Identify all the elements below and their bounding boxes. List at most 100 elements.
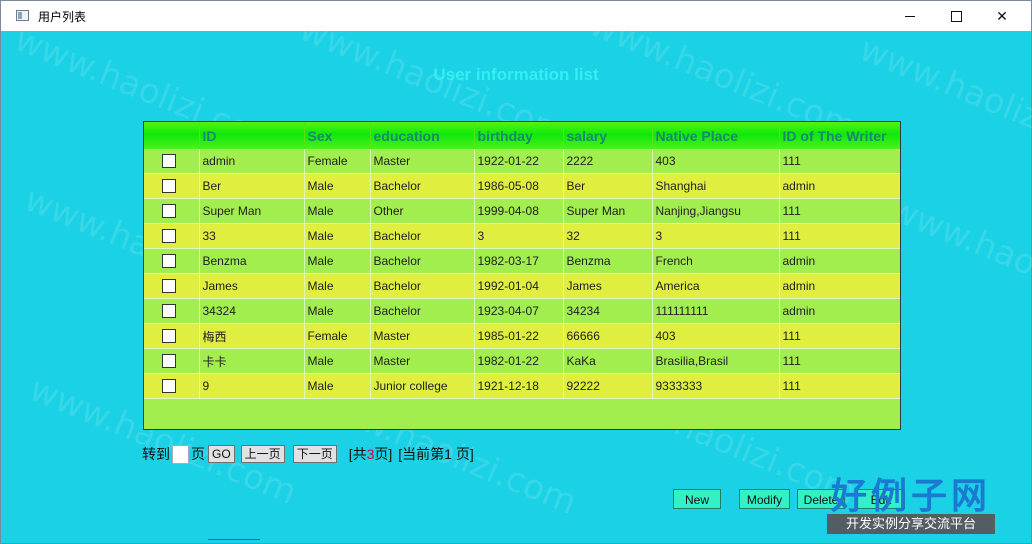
table-row[interactable]: Ber Male Bachelor 1986-05-08 Ber Shanghai admi… <box>144 173 900 199</box>
table-cell: Bachelor <box>370 223 475 249</box>
table-cell: admin <box>779 173 900 199</box>
current-prefix: [当前第 <box>398 446 445 462</box>
table-cell: 92222 <box>563 373 653 399</box>
page-label: 页 <box>191 446 205 462</box>
row-select-cell <box>144 173 200 199</box>
table-cell: 111 <box>779 373 900 399</box>
table-cell: 403 <box>652 149 780 174</box>
table-cell: Brasilia,Brasil <box>652 348 780 374</box>
table-cell: Bachelor <box>370 273 475 299</box>
table-cell: America <box>652 273 780 299</box>
row-select-cell <box>144 248 200 274</box>
total-suffix: 页] <box>374 446 393 462</box>
table-cell: Male <box>304 273 371 299</box>
table-cell: Ber <box>563 173 653 199</box>
current-page-value: 1 <box>444 446 452 462</box>
table-cell: Male <box>304 223 371 249</box>
table-cell: Bachelor <box>370 298 475 324</box>
table-cell: admin <box>779 248 900 274</box>
table-cell: 111 <box>779 149 900 174</box>
app-icon <box>16 10 29 21</box>
close-icon: ✕ <box>996 7 1008 24</box>
close-button[interactable]: ✕ <box>979 1 1025 31</box>
table-header-row: ID Sex education birthday salary Native … <box>144 122 900 149</box>
column-header: education <box>370 122 475 149</box>
total-pages-text: [共3页] <box>349 444 393 464</box>
row-checkbox[interactable] <box>162 354 176 369</box>
table-cell: Benzma <box>563 248 653 274</box>
table-cell: 34324 <box>199 298 305 324</box>
table-cell: French <box>652 248 780 274</box>
table-cell: 111 <box>779 198 900 224</box>
table-cell: James <box>563 273 653 299</box>
table-cell: Benzma <box>199 248 305 274</box>
table-cell: 403 <box>652 323 780 349</box>
maximize-button[interactable] <box>933 1 979 31</box>
column-header: birthday <box>474 122 564 149</box>
table-cell: 1982-01-22 <box>474 348 564 374</box>
table-cell: admin <box>779 273 900 299</box>
row-checkbox[interactable] <box>162 379 176 394</box>
table-cell: 9333333 <box>652 373 780 399</box>
row-select-cell <box>144 149 200 174</box>
table-cell: 3 <box>652 223 780 249</box>
row-checkbox[interactable] <box>162 304 176 319</box>
logo-subtitle: 开发实例分享交流平台 <box>827 514 995 534</box>
table-row[interactable]: 33 Male Bachelor 3 32 3 111 <box>144 223 900 249</box>
table-cell: KaKa <box>563 348 653 374</box>
prev-page-button[interactable]: 上一页 <box>240 445 285 463</box>
row-select-cell <box>144 373 200 399</box>
page-input[interactable] <box>172 444 189 464</box>
table-row[interactable]: 梅西 Female Master 1985-01-22 66666 403 111 <box>144 323 900 349</box>
table-cell: 111 <box>779 348 900 374</box>
user-table[interactable]: ID Sex education birthday salary Native … <box>143 121 901 430</box>
table-row[interactable]: admin Female Master 1922-01-22 2222 403 111 <box>144 149 900 174</box>
table-cell: Master <box>370 348 475 374</box>
table-cell: Nanjing,Jiangsu <box>652 198 780 224</box>
window-title: 用户列表 <box>38 10 87 24</box>
table-cell: Shanghai <box>652 173 780 199</box>
table-cell: Junior college <box>370 373 475 399</box>
table-row[interactable]: 卡卡 Male Master 1982-01-22 KaKa Brasilia,Brasi… <box>144 348 900 374</box>
column-header: Native Place <box>652 122 780 149</box>
current-page-text: [当前第1 页] <box>398 444 473 464</box>
table-row[interactable]: James Male Bachelor 1992-01-04 James America a… <box>144 273 900 299</box>
table-cell: 1923-04-07 <box>474 298 564 324</box>
row-checkbox[interactable] <box>162 229 176 244</box>
table-cell: 卡卡 <box>199 348 305 374</box>
go-button[interactable]: GO <box>208 445 235 463</box>
minimize-icon <box>905 15 915 17</box>
row-checkbox[interactable] <box>162 279 176 294</box>
table-cell: Master <box>370 149 475 174</box>
row-checkbox[interactable] <box>162 329 176 344</box>
row-checkbox[interactable] <box>162 179 176 194</box>
minimize-button[interactable] <box>887 1 933 31</box>
row-checkbox[interactable] <box>162 154 176 169</box>
table-cell: Male <box>304 298 371 324</box>
table-cell: 66666 <box>563 323 653 349</box>
table-cell: Bachelor <box>370 173 475 199</box>
next-page-button[interactable]: 下一页 <box>292 445 337 463</box>
modify-button[interactable]: Modify <box>739 489 790 509</box>
table-cell: 111 <box>779 223 900 249</box>
table-cell: Male <box>304 348 371 374</box>
watermark: www.haolizi.com <box>883 189 1032 333</box>
table-cell: Ber <box>199 173 305 199</box>
table-cell: 1982-03-17 <box>474 248 564 274</box>
table-row[interactable]: Super Man Male Other 1999-04-08 Super Man Nan… <box>144 198 900 224</box>
table-cell: Master <box>370 323 475 349</box>
table-cell: 1922-01-22 <box>474 149 564 174</box>
table-cell: Female <box>304 323 371 349</box>
table-cell: Super Man <box>199 198 305 224</box>
title-bar[interactable]: 用户列表 ✕ <box>1 1 1031 31</box>
table-row[interactable]: Benzma Male Bachelor 1982-03-17 Benzma French… <box>144 248 900 274</box>
table-cell: 1999-04-08 <box>474 198 564 224</box>
row-checkbox[interactable] <box>162 254 176 269</box>
table-row[interactable]: 9 Male Junior college 1921-12-18 92222 933333… <box>144 373 900 399</box>
row-checkbox[interactable] <box>162 204 176 219</box>
new-button[interactable]: New <box>673 489 721 509</box>
table-cell: Male <box>304 198 371 224</box>
total-prefix: [共 <box>348 446 367 462</box>
column-header: salary <box>563 122 653 149</box>
table-row[interactable]: 34324 Male Bachelor 1923-04-07 34234 11111111… <box>144 298 900 324</box>
